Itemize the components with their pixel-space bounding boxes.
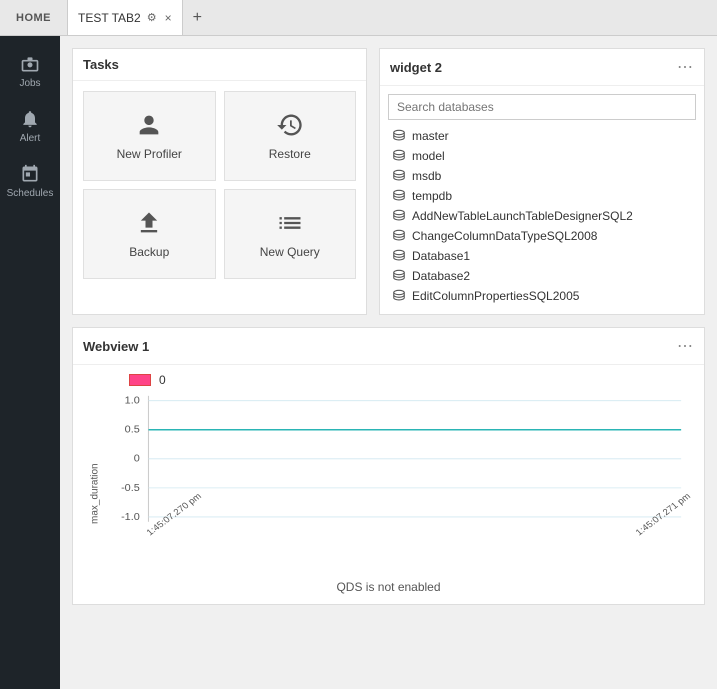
restore-label: Restore xyxy=(269,147,311,161)
chart-svg: 1.0 0.5 0 -0.5 -1.0 1:45: xyxy=(105,391,692,546)
active-tab[interactable]: TEST TAB2 ⚙ × xyxy=(68,0,183,35)
alert-label: Alert xyxy=(20,133,41,144)
legend-label: 0 xyxy=(159,373,166,387)
new-profiler-label: New Profiler xyxy=(117,147,182,161)
webview-widget: Webview 1 ⋯ 0 max_duration xyxy=(72,327,705,605)
restore-button[interactable]: Restore xyxy=(224,91,357,181)
new-tab-button[interactable]: + xyxy=(183,0,212,35)
db-name: msdb xyxy=(412,169,441,183)
schedules-label: Schedules xyxy=(7,188,54,199)
db-item-tempdb[interactable]: tempdb xyxy=(388,186,696,206)
db-item-msdb[interactable]: msdb xyxy=(388,166,696,186)
svg-text:1:45:07.270 pm: 1:45:07.270 pm xyxy=(144,491,203,537)
tab-close-button[interactable]: × xyxy=(165,11,172,25)
db-name: Database1 xyxy=(412,249,470,263)
database-icon xyxy=(392,169,406,183)
db-name: ChangeColumnDataTypeSQL2008 xyxy=(412,229,597,243)
database-list: master model msdb tempdb xyxy=(380,86,704,314)
db-item-5[interactable]: ChangeColumnDataTypeSQL2008 xyxy=(388,226,696,246)
home-button[interactable]: HOME xyxy=(0,0,68,35)
db-name: Database2 xyxy=(412,269,470,283)
new-query-label: New Query xyxy=(260,245,320,259)
db-name: tempdb xyxy=(412,189,452,203)
db-name: EditColumnPropertiesSQL2005 xyxy=(412,289,579,303)
database-icon xyxy=(392,209,406,223)
db-item-7[interactable]: Database2 xyxy=(388,266,696,286)
new-query-button[interactable]: New Query xyxy=(224,189,357,279)
db-item-model[interactable]: model xyxy=(388,146,696,166)
chart-plot-area: 1.0 0.5 0 -0.5 -1.0 1:45: xyxy=(105,391,692,576)
tasks-header: Tasks xyxy=(73,49,366,81)
svg-text:0.5: 0.5 xyxy=(125,425,140,435)
tasks-widget: Tasks New Profiler Restore xyxy=(72,48,367,315)
backup-button[interactable]: Backup xyxy=(83,189,216,279)
database-icon xyxy=(392,189,406,203)
sidebar-item-jobs[interactable]: Jobs xyxy=(0,44,60,99)
database-search-input[interactable] xyxy=(388,94,696,120)
svg-text:1.0: 1.0 xyxy=(125,396,140,406)
tasks-title: Tasks xyxy=(83,57,119,72)
database-icon xyxy=(392,269,406,283)
backup-label: Backup xyxy=(129,245,169,259)
svg-text:0: 0 xyxy=(134,454,140,464)
db-item-6[interactable]: Database1 xyxy=(388,246,696,266)
db-item-4[interactable]: AddNewTableLaunchTableDesignerSQL2 xyxy=(388,206,696,226)
database-icon xyxy=(392,289,406,303)
widget2-header: widget 2 ⋯ xyxy=(380,49,704,86)
db-name: model xyxy=(412,149,445,163)
webview-menu-button[interactable]: ⋯ xyxy=(677,336,694,356)
svg-text:1:45:07.271 pm: 1:45:07.271 pm xyxy=(634,491,692,537)
chart-footer: QDS is not enabled xyxy=(85,576,692,604)
webview-header: Webview 1 ⋯ xyxy=(73,328,704,365)
db-name: AddNewTableLaunchTableDesignerSQL2 xyxy=(412,209,633,223)
webview-title: Webview 1 xyxy=(83,339,149,354)
svg-text:-0.5: -0.5 xyxy=(121,483,140,493)
briefcase-icon xyxy=(20,54,40,74)
svg-text:-1.0: -1.0 xyxy=(121,512,140,522)
legend-color-swatch xyxy=(129,374,151,386)
backup-icon xyxy=(135,209,163,237)
database-icon xyxy=(392,149,406,163)
calendar-icon xyxy=(20,164,40,184)
database-icon xyxy=(392,249,406,263)
jobs-label: Jobs xyxy=(19,78,40,89)
chart-container: 0 max_duration 1.0 0. xyxy=(73,365,704,604)
widget2: widget 2 ⋯ master model msdb xyxy=(379,48,705,315)
db-item-8[interactable]: EditColumnPropertiesSQL2005 xyxy=(388,286,696,306)
database-icon xyxy=(392,229,406,243)
tasks-grid: New Profiler Restore Backup xyxy=(73,81,366,289)
top-bar: HOME TEST TAB2 ⚙ × + xyxy=(0,0,717,36)
db-name: master xyxy=(412,129,449,143)
restore-icon xyxy=(276,111,304,139)
chart-legend: 0 xyxy=(85,373,692,387)
widget2-title: widget 2 xyxy=(390,60,442,75)
tab-title: TEST TAB2 xyxy=(78,11,141,25)
db-item-master[interactable]: master xyxy=(388,126,696,146)
tab-settings-icon[interactable]: ⚙ xyxy=(147,11,157,24)
content-area: Tasks New Profiler Restore xyxy=(60,36,717,689)
query-icon xyxy=(276,209,304,237)
new-profiler-button[interactable]: New Profiler xyxy=(83,91,216,181)
database-icon xyxy=(392,129,406,143)
widgets-row: Tasks New Profiler Restore xyxy=(72,48,705,315)
chart-wrapper: max_duration 1.0 0.5 0 xyxy=(85,391,692,576)
main-layout: Jobs Alert Schedules Tasks xyxy=(0,36,717,689)
sidebar: Jobs Alert Schedules xyxy=(0,36,60,689)
y-axis-label: max_duration xyxy=(85,391,105,576)
widget2-menu-button[interactable]: ⋯ xyxy=(677,57,694,77)
sidebar-item-schedules[interactable]: Schedules xyxy=(0,154,60,209)
bell-icon xyxy=(20,109,40,129)
sidebar-item-alert[interactable]: Alert xyxy=(0,99,60,154)
profiler-icon xyxy=(135,111,163,139)
